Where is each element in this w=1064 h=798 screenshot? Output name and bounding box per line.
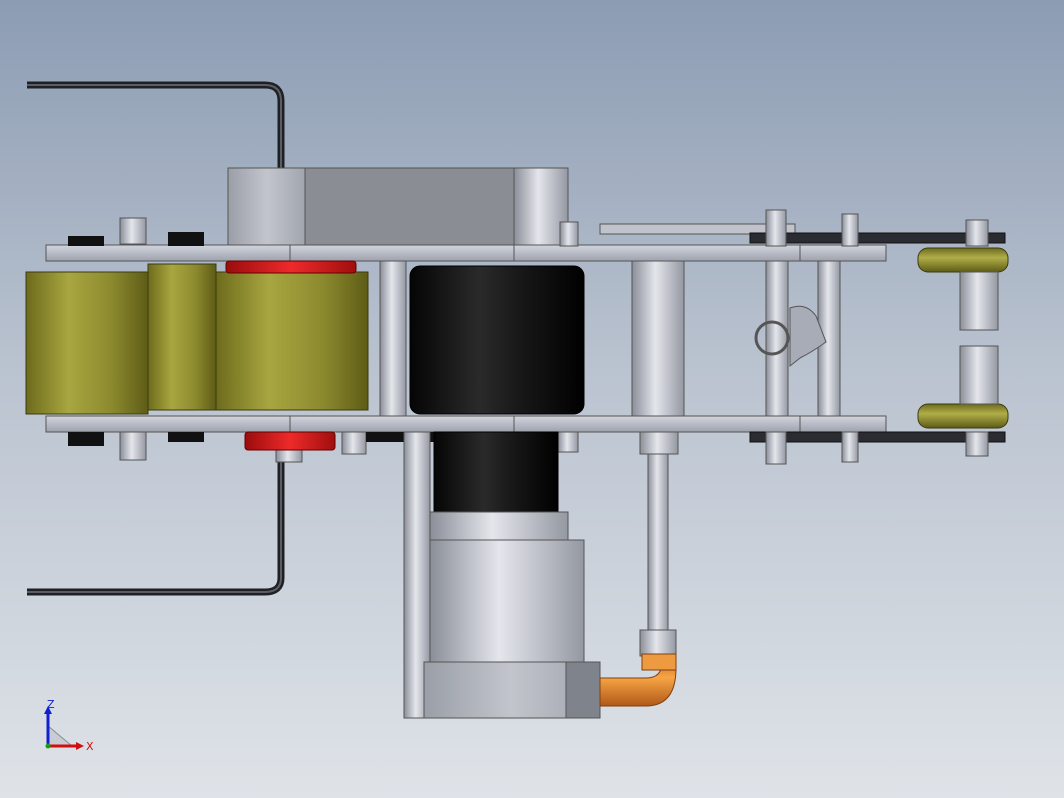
z-axis-label: Z xyxy=(47,698,55,711)
cad-viewport[interactable]: Z X xyxy=(0,0,1064,798)
olive-rollers-left[interactable] xyxy=(25,263,369,415)
x-arrow-icon xyxy=(76,742,84,750)
triad-plane xyxy=(47,724,74,747)
lower-motor-column[interactable] xyxy=(403,431,601,719)
right-wheels[interactable] xyxy=(917,247,1009,429)
y-axis-dot-icon xyxy=(45,743,51,749)
cad-model[interactable] xyxy=(0,0,1064,798)
view-triad[interactable]: Z X xyxy=(40,698,100,758)
black-motor-drum[interactable] xyxy=(409,265,585,415)
upper-housing[interactable] xyxy=(227,167,569,247)
orange-elbow-fitting[interactable] xyxy=(599,653,677,707)
bottom-frame-plate[interactable] xyxy=(45,415,887,433)
top-frame-plate[interactable] xyxy=(45,244,887,262)
x-axis-label: X xyxy=(86,740,94,753)
vertical-rod[interactable] xyxy=(639,431,679,657)
